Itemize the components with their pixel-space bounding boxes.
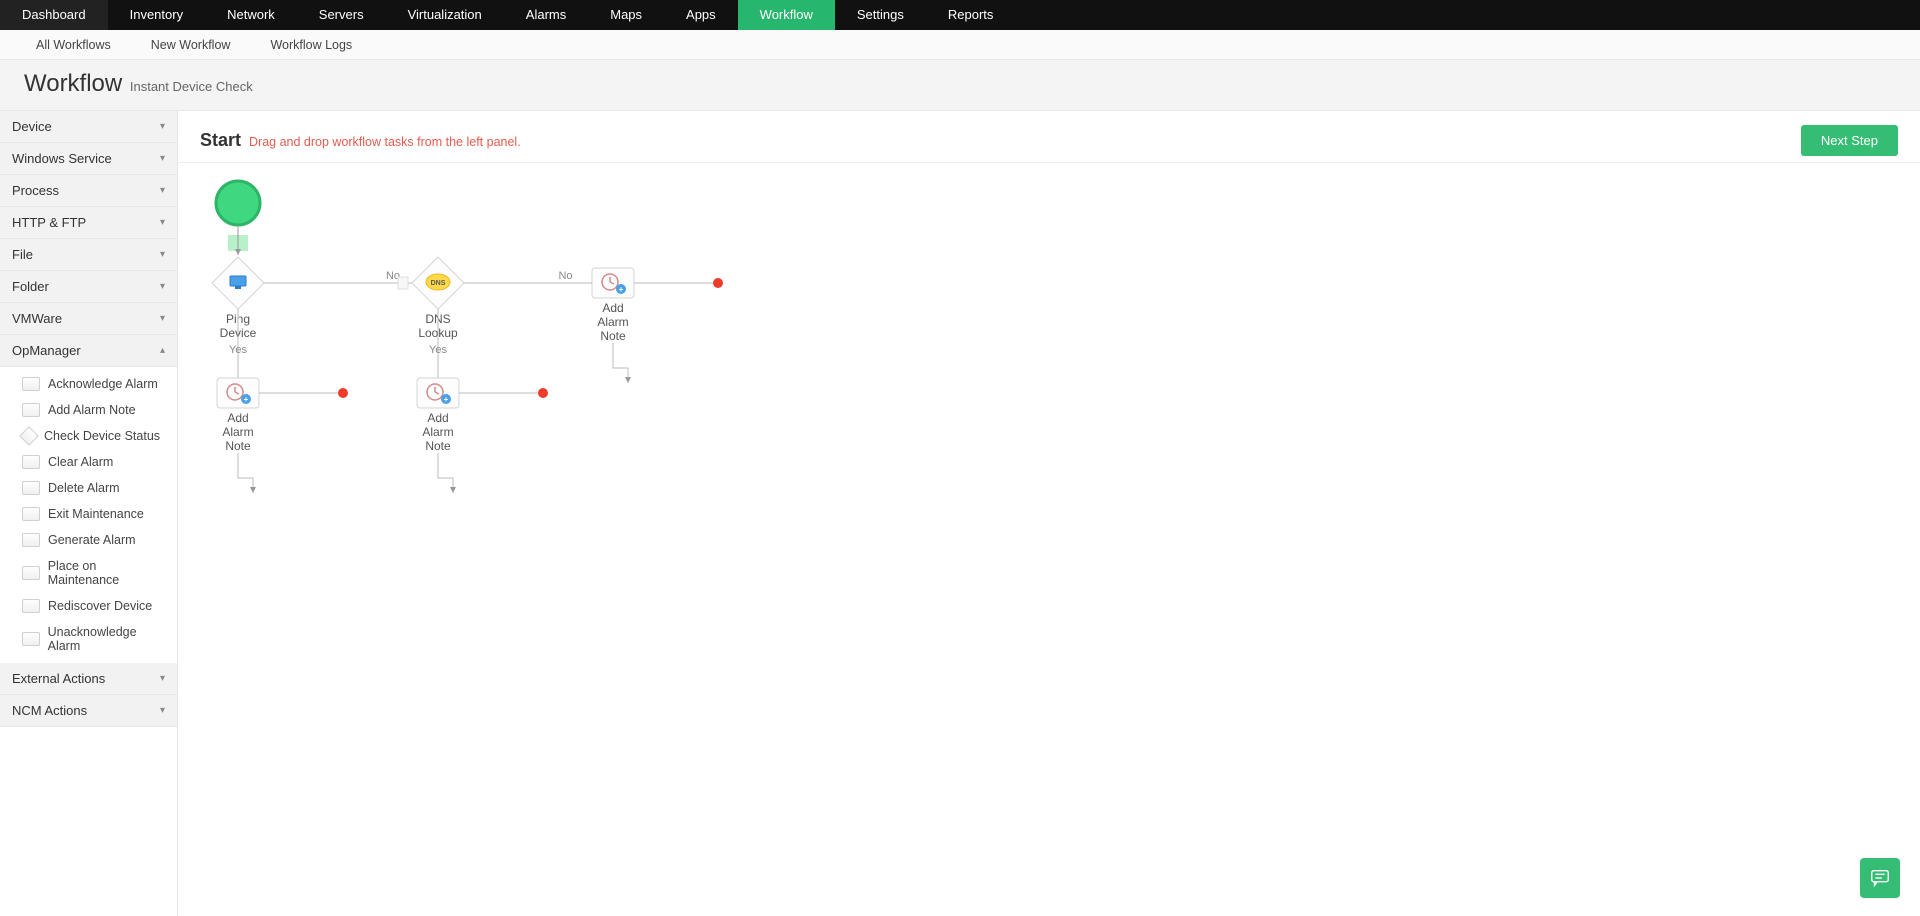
group-external-actions[interactable]: External Actions▾ (0, 663, 177, 695)
chevron-down-icon: ▾ (160, 705, 165, 716)
rect-icon (22, 507, 40, 521)
nav-maps[interactable]: Maps (588, 0, 664, 30)
svg-text:Note: Note (600, 329, 626, 343)
canvas-wrap: Start Drag and drop workflow tasks from … (178, 111, 1920, 916)
workflow-canvas[interactable]: PingDeviceDNSDNSLookup+AddAlarmNote+AddA… (178, 163, 1920, 916)
node-note2[interactable]: + AddAlarmNote (417, 378, 459, 453)
chevron-down-icon: ▾ (160, 313, 165, 324)
subnav-all-workflows[interactable]: All Workflows (16, 30, 131, 59)
rect-icon (22, 481, 40, 495)
main-area: Device▾Windows Service▾Process▾HTTP & FT… (0, 111, 1920, 916)
task-clear-alarm[interactable]: Clear Alarm (0, 449, 177, 475)
start-node[interactable] (216, 181, 260, 225)
nav-inventory[interactable]: Inventory (108, 0, 205, 30)
rect-icon (22, 455, 40, 469)
rect-icon (22, 599, 40, 613)
group-opmanager[interactable]: OpManager▴ (0, 335, 177, 367)
group-windows-service[interactable]: Windows Service▾ (0, 143, 177, 175)
task-add-alarm-note[interactable]: Add Alarm Note (0, 397, 177, 423)
group-http-ftp[interactable]: HTTP & FTP▾ (0, 207, 177, 239)
group-body: Acknowledge AlarmAdd Alarm NoteCheck Dev… (0, 367, 177, 663)
workflow-svg: PingDeviceDNSDNSLookup+AddAlarmNote+AddA… (178, 163, 1278, 683)
task-acknowledge-alarm[interactable]: Acknowledge Alarm (0, 371, 177, 397)
nav-alarms[interactable]: Alarms (504, 0, 588, 30)
svg-text:Alarm: Alarm (222, 425, 253, 439)
chevron-up-icon: ▴ (160, 345, 165, 356)
page-subtitle: Instant Device Check (130, 79, 253, 94)
task-place-on-maintenance[interactable]: Place on Maintenance (0, 553, 177, 593)
svg-text:Note: Note (425, 439, 451, 453)
svg-text:Add: Add (427, 411, 448, 425)
task-delete-alarm[interactable]: Delete Alarm (0, 475, 177, 501)
svg-text:Yes: Yes (429, 344, 447, 356)
task-generate-alarm[interactable]: Generate Alarm (0, 527, 177, 553)
chevron-down-icon: ▾ (160, 121, 165, 132)
svg-text:Add: Add (602, 301, 623, 315)
subnav-new-workflow[interactable]: New Workflow (131, 30, 251, 59)
rect-icon (22, 403, 40, 417)
rect-icon (22, 533, 40, 547)
page-title: Workflow (24, 70, 122, 97)
group-ncm-actions[interactable]: NCM Actions▾ (0, 695, 177, 727)
chevron-down-icon: ▾ (160, 153, 165, 164)
svg-text:Note: Note (225, 439, 251, 453)
chat-icon (1869, 867, 1891, 889)
task-exit-maintenance[interactable]: Exit Maintenance (0, 501, 177, 527)
rect-icon (22, 566, 40, 580)
task-check-device-status[interactable]: Check Device Status (0, 423, 177, 449)
svg-text:Alarm: Alarm (597, 315, 628, 329)
chevron-down-icon: ▾ (160, 217, 165, 228)
chevron-down-icon: ▾ (160, 249, 165, 260)
node-note1[interactable]: + AddAlarmNote (217, 378, 259, 453)
svg-text:No: No (558, 270, 572, 282)
next-step-button[interactable]: Next Step (1801, 125, 1898, 156)
group-device[interactable]: Device▾ (0, 111, 177, 143)
task-sidebar: Device▾Windows Service▾Process▾HTTP & FT… (0, 111, 178, 916)
canvas-header: Start Drag and drop workflow tasks from … (178, 111, 1920, 163)
chat-fab[interactable] (1860, 858, 1900, 898)
start-hint: Drag and drop workflow tasks from the le… (249, 135, 521, 149)
node-note3[interactable]: + AddAlarmNote (592, 268, 634, 343)
chevron-down-icon: ▾ (160, 673, 165, 684)
nav-virtualization[interactable]: Virtualization (386, 0, 504, 30)
nav-dashboard[interactable]: Dashboard (0, 0, 108, 30)
top-nav: DashboardInventoryNetworkServersVirtuali… (0, 0, 1920, 30)
chevron-down-icon: ▾ (160, 281, 165, 292)
diamond-icon (19, 426, 39, 446)
subnav-workflow-logs[interactable]: Workflow Logs (250, 30, 372, 59)
start-label: Start (200, 130, 241, 151)
page-title-bar: Workflow Instant Device Check (0, 60, 1920, 111)
svg-text:+: + (244, 395, 249, 404)
group-process[interactable]: Process▾ (0, 175, 177, 207)
end-node (713, 278, 723, 288)
svg-text:DNS: DNS (431, 280, 446, 287)
svg-text:+: + (619, 285, 624, 294)
sub-nav: All WorkflowsNew WorkflowWorkflow Logs (0, 30, 1920, 60)
rect-icon (22, 377, 40, 391)
nav-settings[interactable]: Settings (835, 0, 926, 30)
svg-text:Alarm: Alarm (422, 425, 453, 439)
svg-text:+: + (444, 395, 449, 404)
task-unacknowledge-alarm[interactable]: Unacknowledge Alarm (0, 619, 177, 659)
chevron-down-icon: ▾ (160, 185, 165, 196)
nav-workflow[interactable]: Workflow (738, 0, 835, 30)
task-rediscover-device[interactable]: Rediscover Device (0, 593, 177, 619)
nav-reports[interactable]: Reports (926, 0, 1016, 30)
group-file[interactable]: File▾ (0, 239, 177, 271)
end-node (538, 388, 548, 398)
nav-network[interactable]: Network (205, 0, 297, 30)
rect-icon (22, 632, 40, 646)
nav-servers[interactable]: Servers (297, 0, 386, 30)
svg-text:Yes: Yes (229, 344, 247, 356)
end-node (338, 388, 348, 398)
svg-text:Add: Add (227, 411, 248, 425)
group-vmware[interactable]: VMWare▾ (0, 303, 177, 335)
nav-apps[interactable]: Apps (664, 0, 738, 30)
group-folder[interactable]: Folder▾ (0, 271, 177, 303)
